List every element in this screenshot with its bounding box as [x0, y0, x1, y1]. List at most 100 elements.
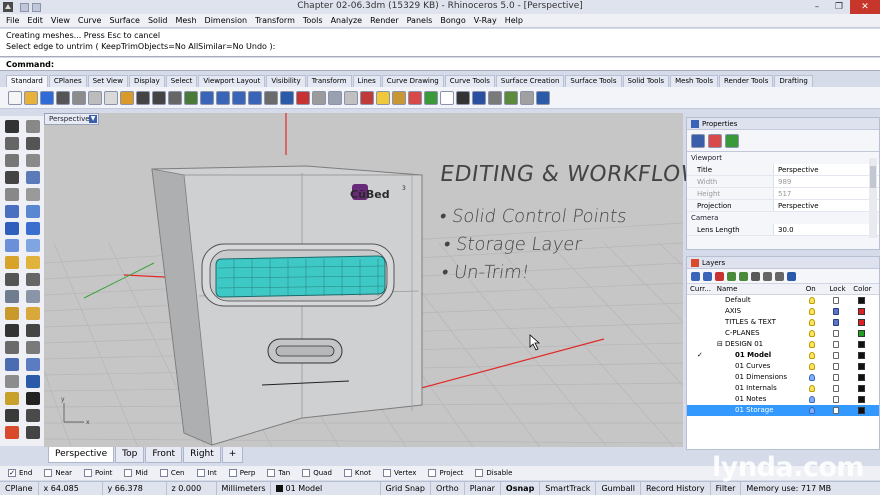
- col-color[interactable]: Color: [853, 284, 879, 294]
- line-icon[interactable]: [5, 137, 19, 150]
- layer-on-bulb-icon[interactable]: [809, 319, 815, 326]
- scroll-thumb[interactable]: [870, 166, 876, 188]
- layer-on-bulb-icon[interactable]: [809, 407, 815, 414]
- redo-icon[interactable]: [152, 90, 166, 105]
- menu-item-file[interactable]: File: [2, 14, 23, 28]
- tab-render-tools[interactable]: Render Tools: [718, 75, 774, 87]
- sphere-blue-icon[interactable]: [472, 90, 486, 105]
- status-toggle-grid-snap[interactable]: Grid Snap: [381, 482, 431, 495]
- menu-item-tools[interactable]: Tools: [299, 14, 327, 28]
- bulb-icon[interactable]: [376, 90, 390, 105]
- property-value[interactable]: Perspective: [773, 200, 879, 211]
- filter-icon[interactable]: [763, 272, 772, 281]
- osnap-mid[interactable]: Mid: [124, 469, 148, 477]
- car-icon[interactable]: [296, 90, 310, 105]
- osnap-checkbox[interactable]: [267, 469, 276, 477]
- tab-cplanes[interactable]: CPlanes: [48, 75, 87, 87]
- osnap-checkbox[interactable]: [44, 469, 53, 477]
- circle-icon[interactable]: [5, 154, 19, 167]
- status-toggle-planar[interactable]: Planar: [465, 482, 501, 495]
- polyline-icon[interactable]: [26, 137, 40, 150]
- array-icon[interactable]: [5, 341, 19, 354]
- surface-icon[interactable]: [5, 205, 19, 218]
- cabinet-model[interactable]: CūBed 3: [151, 165, 423, 446]
- new-icon[interactable]: [8, 90, 22, 105]
- osnap-disable[interactable]: Disable: [475, 469, 512, 477]
- property-value[interactable]: Perspective: [773, 164, 879, 175]
- join-icon[interactable]: [26, 256, 40, 269]
- osnap-perp[interactable]: Perp: [228, 469, 255, 477]
- add-viewport-tab-icon[interactable]: +: [221, 447, 244, 463]
- analyze-icon[interactable]: [5, 375, 19, 388]
- trim-icon[interactable]: [26, 307, 40, 320]
- layer-lock-icon[interactable]: [833, 385, 839, 392]
- zoom-in-icon[interactable]: [200, 90, 214, 105]
- osnap-tan[interactable]: Tan: [267, 469, 290, 477]
- layer-color-swatch[interactable]: [858, 352, 865, 359]
- layer-row[interactable]: AXIS: [687, 306, 879, 317]
- layer-row[interactable]: 01 Storage: [687, 405, 879, 416]
- current-layer[interactable]: 01 Model: [271, 482, 381, 495]
- viewport-menu-arrow-icon[interactable]: ▼: [89, 115, 97, 123]
- osnap-checkbox[interactable]: [382, 469, 391, 477]
- layer-row[interactable]: 01 Dimensions: [687, 372, 879, 383]
- delete-icon[interactable]: [715, 272, 724, 281]
- layer-on-bulb-icon[interactable]: [809, 385, 815, 392]
- osnap-knot[interactable]: Knot: [343, 469, 371, 477]
- project-icon[interactable]: [26, 358, 40, 371]
- layer-lock-icon[interactable]: [833, 308, 839, 315]
- menu-item-edit[interactable]: Edit: [23, 14, 47, 28]
- open-icon[interactable]: [24, 90, 38, 105]
- osnap-project[interactable]: Project: [428, 469, 463, 477]
- col-current[interactable]: Curr...: [687, 284, 717, 294]
- tab-standard[interactable]: Standard: [6, 75, 48, 87]
- layer-row[interactable]: Default: [687, 295, 879, 306]
- rotate-icon[interactable]: [26, 273, 40, 286]
- layer-color-swatch[interactable]: [858, 407, 865, 414]
- copy-icon[interactable]: [104, 90, 118, 105]
- col-name[interactable]: Name: [717, 284, 806, 294]
- status-toggle-filter[interactable]: Filter: [711, 482, 742, 495]
- dimension-icon[interactable]: [26, 324, 40, 337]
- menu-item-curve[interactable]: Curve: [74, 14, 106, 28]
- col-on[interactable]: On: [806, 284, 830, 294]
- tab-solid-tools[interactable]: Solid Tools: [622, 75, 670, 87]
- tab-set-view[interactable]: Set View: [87, 75, 128, 87]
- mirror-icon[interactable]: [26, 341, 40, 354]
- extrude-icon[interactable]: [5, 239, 19, 252]
- osnap-checkbox[interactable]: [159, 469, 168, 477]
- menu-item-dimension[interactable]: Dimension: [201, 14, 252, 28]
- tab-curve-tools[interactable]: Curve Tools: [444, 75, 495, 87]
- down-icon[interactable]: [739, 272, 748, 281]
- layer-color-swatch[interactable]: [858, 385, 865, 392]
- menu-item-surface[interactable]: Surface: [105, 14, 143, 28]
- tab-surface-tools[interactable]: Surface Tools: [565, 75, 622, 87]
- gear-icon[interactable]: [488, 90, 502, 105]
- layer-color-swatch[interactable]: [858, 363, 865, 370]
- maximize-icon[interactable]: ❐: [828, 0, 850, 14]
- revolve-icon[interactable]: [26, 205, 40, 218]
- status-toggle-ortho[interactable]: Ortho: [431, 482, 465, 495]
- minimize-icon[interactable]: –: [806, 0, 828, 14]
- viewport-tab-front[interactable]: Front: [145, 447, 183, 463]
- command-input[interactable]: [57, 59, 878, 69]
- osnap-checkbox[interactable]: [475, 469, 484, 477]
- osnap-checkbox[interactable]: [196, 469, 205, 477]
- osnap-checkbox[interactable]: ✓: [8, 469, 16, 477]
- osnap-checkbox[interactable]: [228, 469, 237, 477]
- status-toggle-smarttrack[interactable]: SmartTrack: [540, 482, 597, 495]
- layer-color-swatch[interactable]: [858, 374, 865, 381]
- tab-viewport-layout[interactable]: Viewport Layout: [198, 75, 266, 87]
- layer-color-swatch[interactable]: [858, 308, 865, 315]
- osnap-icon[interactable]: [360, 90, 374, 105]
- tab-visibility[interactable]: Visibility: [266, 75, 306, 87]
- menu-item-bongo[interactable]: Bongo: [436, 14, 469, 28]
- layer-row[interactable]: ✓ 01 Model: [687, 350, 879, 361]
- cube-icon[interactable]: [26, 409, 40, 422]
- layer-lock-icon[interactable]: [833, 363, 839, 370]
- menu-item-render[interactable]: Render: [366, 14, 402, 28]
- osnap-cen[interactable]: Cen: [159, 469, 185, 477]
- layer-on-bulb-icon[interactable]: [809, 363, 815, 370]
- layer-on-bulb-icon[interactable]: [809, 330, 815, 337]
- tab-curve-drawing[interactable]: Curve Drawing: [381, 75, 444, 87]
